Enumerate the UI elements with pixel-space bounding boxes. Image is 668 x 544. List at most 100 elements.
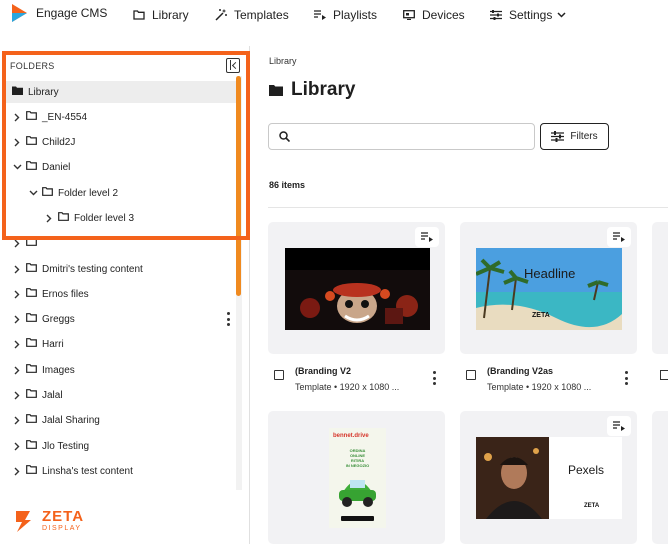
chevron-down-icon[interactable] [12, 162, 22, 172]
thumbnail-promo-poster: bennet.drive ORDINA ONLINE RITIRA IN NEG… [329, 428, 386, 528]
folder-tree-item-label: Jlo Testing [42, 440, 90, 452]
folder-icon [42, 187, 53, 199]
nav-playlists-label: Playlists [333, 8, 378, 22]
folder-tree-item[interactable]: Folder level 3 [4, 207, 236, 229]
folder-filled-icon [12, 86, 23, 98]
folder-icon [26, 237, 37, 249]
folder-tree-item[interactable]: Dmitri's testing content [4, 258, 236, 280]
chevron-right-icon[interactable] [12, 441, 22, 451]
folder-tree-item[interactable]: Images [4, 359, 236, 381]
folder-tree-item-label: _EN-4554 [42, 111, 88, 123]
chevron-right-icon[interactable] [12, 264, 22, 274]
folder-filled-icon [269, 85, 283, 96]
chevron-right-icon[interactable] [12, 339, 22, 349]
search-input[interactable] [298, 130, 518, 143]
breadcrumb[interactable]: Library [269, 56, 297, 66]
green-car-image [339, 480, 376, 507]
media-card[interactable]: Pexels ZETA [460, 411, 637, 544]
folder-tree-item[interactable]: _EN-4554 [4, 106, 236, 128]
folder-tree-item-label: Harri [42, 338, 64, 350]
folder-icon [26, 161, 37, 173]
folder-icon [26, 414, 37, 426]
add-to-queue-button[interactable] [415, 227, 439, 247]
nav-playlists[interactable]: Playlists [314, 8, 377, 22]
add-to-queue-button[interactable] [607, 416, 631, 436]
chevron-right-icon[interactable] [12, 238, 22, 248]
folder-tree-item[interactable]: Jlo Testing [4, 435, 236, 457]
folder-tree-item-label: Folder level 3 [74, 212, 135, 224]
folder-tree-item[interactable]: Jalal Sharing [4, 409, 236, 431]
folder-tree-item[interactable]: Harri [4, 333, 236, 355]
sliders-icon [490, 10, 502, 20]
chevron-right-icon[interactable] [12, 137, 22, 147]
app-brand[interactable]: Engage CMS [12, 4, 107, 22]
folder-icon [26, 136, 37, 148]
folder-icon [26, 364, 37, 376]
folder-icon [26, 111, 37, 123]
nav-templates[interactable]: Templates [215, 8, 289, 22]
playlist-add-icon [613, 232, 625, 242]
select-checkbox[interactable] [660, 370, 668, 380]
promo-text: ORDINA ONLINE RITIRA IN NEGOZIO [329, 448, 386, 468]
card-title: (Branding V2 [295, 366, 352, 376]
add-to-queue-button[interactable] [607, 227, 631, 247]
folder-icon [26, 338, 37, 350]
chevron-right-icon[interactable] [12, 314, 22, 324]
chevron-right-icon[interactable] [12, 466, 22, 476]
media-card-partial[interactable] [652, 222, 668, 354]
folder-tree-item-label: Ernos files [42, 288, 89, 300]
folder-icon [26, 440, 37, 452]
folder-icon [26, 389, 37, 401]
collapse-sidebar-icon[interactable] [226, 58, 240, 73]
filters-button-label: Filters [570, 131, 598, 142]
filters-button[interactable]: Filters [540, 123, 609, 150]
thumbnail-logo-text: ZETA [532, 312, 550, 319]
page-title-text: Library [291, 79, 356, 100]
zeta-display-logo: ZETA DISPLAY [14, 509, 84, 533]
nav-library[interactable]: Library [133, 8, 189, 22]
media-card[interactable]: bennet.drive ORDINA ONLINE RITIRA IN NEG… [268, 411, 445, 544]
select-checkbox[interactable] [466, 370, 476, 380]
media-card[interactable]: Headline ZETA [460, 222, 637, 354]
folder-tree-item[interactable]: Daniel [4, 156, 236, 178]
chevron-down-icon[interactable] [28, 188, 38, 198]
folder-icon [133, 10, 145, 20]
zeta-mark-icon [16, 511, 31, 532]
folder-tree-item-label: Jalal [42, 389, 63, 401]
folder-tree-item[interactable]: Child2J [4, 131, 236, 153]
folder-tree-item[interactable]: Library [4, 81, 236, 103]
chevron-right-icon[interactable] [12, 289, 22, 299]
nav-devices[interactable]: Devices [403, 8, 465, 22]
card-more-menu-icon[interactable] [432, 371, 436, 385]
folder-tree-item-label: Greggs [42, 313, 75, 325]
promo-brand-text: bennet.drive [333, 433, 369, 439]
media-card-meta: (Branding V2as Template • 1920 x 1080 ..… [460, 366, 637, 406]
media-card[interactable] [268, 222, 445, 354]
magic-wand-icon [215, 9, 227, 21]
folder-tree-item[interactable]: Ernos files [4, 283, 236, 305]
chevron-right-icon[interactable] [12, 415, 22, 425]
folder-tree-item[interactable] [4, 232, 236, 254]
folder-icon [26, 263, 37, 275]
display-logo-text: DISPLAY [42, 525, 82, 532]
folder-tree-item[interactable]: Folder level 2 [4, 182, 236, 204]
filter-sliders-icon [551, 131, 565, 142]
media-card-meta: (Branding V2 Template • 1920 x 1080 ... [268, 366, 445, 406]
search-field[interactable] [268, 123, 535, 150]
app-store-badges [341, 516, 374, 521]
folder-tree-item[interactable]: Linsha's test content [4, 460, 236, 482]
nav-settings[interactable]: Settings [490, 8, 566, 22]
folder-icon [26, 465, 37, 477]
chevron-right-icon[interactable] [44, 213, 54, 223]
chevron-right-icon[interactable] [12, 390, 22, 400]
card-more-menu-icon[interactable] [624, 371, 628, 385]
media-card-partial[interactable] [652, 411, 668, 544]
folder-tree-item[interactable]: Jalal [4, 384, 236, 406]
folder-more-menu-icon[interactable] [226, 312, 230, 326]
chevron-right-icon[interactable] [12, 365, 22, 375]
select-checkbox[interactable] [274, 370, 284, 380]
chevron-right-icon[interactable] [12, 112, 22, 122]
scrollbar-thumb[interactable] [236, 76, 241, 296]
folder-tree-item[interactable]: Greggs [4, 308, 236, 330]
device-screen-icon [403, 10, 415, 20]
